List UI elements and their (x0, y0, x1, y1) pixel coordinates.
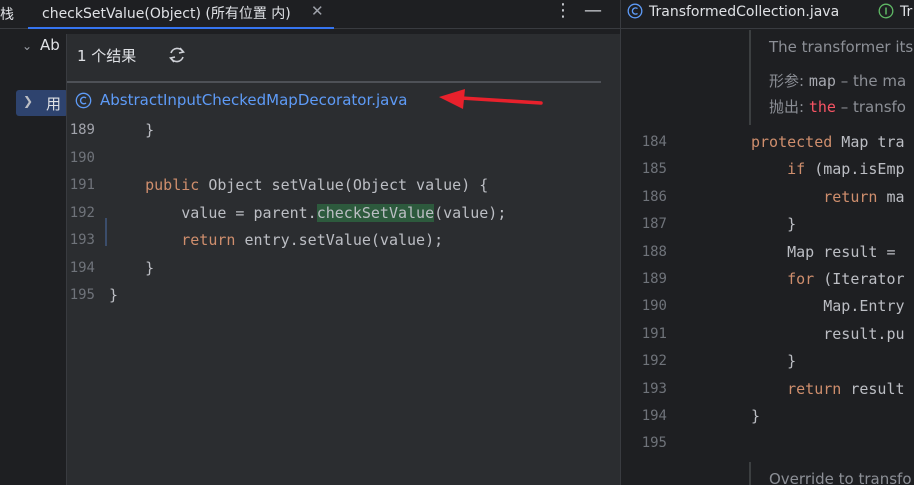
interface-file-icon (878, 3, 894, 19)
code-line: 194 } (67, 255, 621, 282)
code-line: 190 (67, 145, 621, 172)
class-file-icon (627, 3, 643, 19)
doc-line: Override to transfo (769, 470, 912, 485)
line-number: 189 (69, 122, 95, 138)
tool-window-tabbar: 栈 checkSetValue(Object) (所有位置 内) ✕ ⋮ — (0, 0, 620, 29)
tab-transformed-collection[interactable]: TransformedCollection.java (627, 3, 839, 20)
tab-find-usages[interactable]: checkSetValue(Object) (所有位置 内) ✕ (28, 0, 334, 29)
refresh-icon[interactable] (167, 45, 187, 65)
code-text: } (751, 407, 761, 425)
line-number: 189 (641, 271, 667, 287)
code-text: result.pu (751, 324, 905, 343)
line-number: 193 (641, 380, 667, 397)
more-options-icon[interactable]: ⋮ (554, 0, 572, 21)
line-number: 195 (641, 435, 667, 452)
editor-tabbar: TransformedCollection.java Tr (621, 0, 914, 29)
code-text: } (109, 258, 155, 277)
minimize-icon[interactable]: — (584, 0, 602, 21)
line-number: 188 (641, 243, 667, 260)
code-line: 195} (67, 282, 621, 309)
code-line: 189 for (Iterator (621, 266, 914, 293)
code-text: return entry.setValue(value); (181, 231, 444, 249)
code-text: Map result = (751, 242, 896, 261)
code-text: return result (787, 379, 905, 398)
code-text: if (map.isEmp (787, 160, 905, 179)
result-file-name[interactable]: AbstractInputCheckedMapDecorator.java (100, 91, 407, 109)
code-line: 192 } (621, 348, 914, 375)
editor-pane: TransformedCollection.java Tr The transf… (621, 0, 914, 485)
code-line: 188 Map result = (621, 239, 914, 266)
code-line: 186 return ma (621, 184, 914, 211)
line-number: 192 (69, 204, 95, 221)
line-number: 185 (641, 161, 667, 178)
tab-label: Tr (900, 4, 913, 20)
code-line: 192 value = parent.checkSetValue(value); (67, 200, 621, 227)
tab-label: TransformedCollection.java (649, 4, 840, 20)
line-number: 184 (641, 134, 667, 150)
code-text: Map.Entry (751, 297, 905, 316)
tree-item-label: 用 (46, 95, 62, 113)
code-line: 193 return result (621, 376, 914, 403)
tree-item-label: Ab (40, 36, 60, 54)
doc-param-line: 形参: map – the ma (769, 72, 907, 90)
line-number: 193 (69, 232, 95, 248)
find-usages-panel: 栈 checkSetValue(Object) (所有位置 内) ✕ ⋮ — ⌄… (0, 0, 621, 485)
code-text: } (109, 286, 119, 304)
line-number: 195 (69, 287, 95, 303)
line-number: 191 (69, 177, 95, 193)
result-count: 1 个结果 (77, 47, 137, 65)
code-text: } (751, 215, 797, 234)
line-number: 191 (641, 325, 667, 342)
code-line: 191 public Object setValue(Object value)… (67, 172, 621, 199)
line-number: 194 (641, 408, 667, 424)
code-line: 194} (621, 403, 914, 430)
code-line: 190 Map.Entry (621, 293, 914, 320)
code-text: public Object setValue(Object value) { (145, 176, 489, 194)
code-text: value = parent.checkSetValue(value); (109, 203, 507, 222)
javadoc-block: Override to transfo (749, 462, 914, 485)
chevron-right-icon[interactable]: ❯ (23, 94, 33, 108)
tab-interface[interactable]: Tr (878, 3, 912, 20)
code-line: 191 result.pu (621, 321, 914, 348)
usages-popup: 1 个结果 AbstractInputCheckedMapDecorator.j… (66, 34, 621, 485)
doc-line: The transformer its (769, 38, 914, 56)
code-line: 189 } (67, 117, 621, 144)
close-icon[interactable]: ✕ (311, 2, 324, 20)
code-text: } (751, 352, 797, 371)
tree-item-usages[interactable]: ❯ 用 (16, 90, 68, 116)
doc-throws-line: 抛出: the – transfo (769, 98, 906, 116)
line-number: 194 (69, 259, 95, 276)
line-number: 186 (641, 188, 667, 205)
tree-item-ab[interactable]: ⌄ Ab (22, 36, 60, 54)
code-text: } (109, 121, 155, 139)
class-file-icon (75, 92, 92, 109)
code-line: 195 (621, 430, 914, 457)
tab-fragment[interactable]: 栈 (0, 4, 14, 24)
chevron-down-icon[interactable]: ⌄ (22, 39, 40, 53)
code-text: protected Map tra (751, 133, 905, 151)
line-number: 187 (641, 216, 667, 233)
popup-separator (67, 81, 601, 83)
code-line: 185 if (map.isEmp (621, 156, 914, 183)
code-line: 193 return entry.setValue(value); (67, 227, 621, 254)
find-tab-label: checkSetValue(Object) (所有位置 内) (42, 6, 291, 22)
line-number: 192 (641, 353, 667, 370)
active-tab-underline (28, 27, 334, 29)
line-number: 190 (69, 149, 95, 166)
javadoc-block: The transformer its 形参: map – the ma 抛出:… (749, 30, 914, 125)
code-line: 184 protected Map tra (621, 129, 914, 156)
code-text: return ma (823, 187, 905, 206)
line-number: 190 (641, 298, 667, 315)
code-text: for (Iterator (787, 270, 905, 288)
code-line: 187 } (621, 211, 914, 238)
annotation-arrow (439, 89, 543, 109)
